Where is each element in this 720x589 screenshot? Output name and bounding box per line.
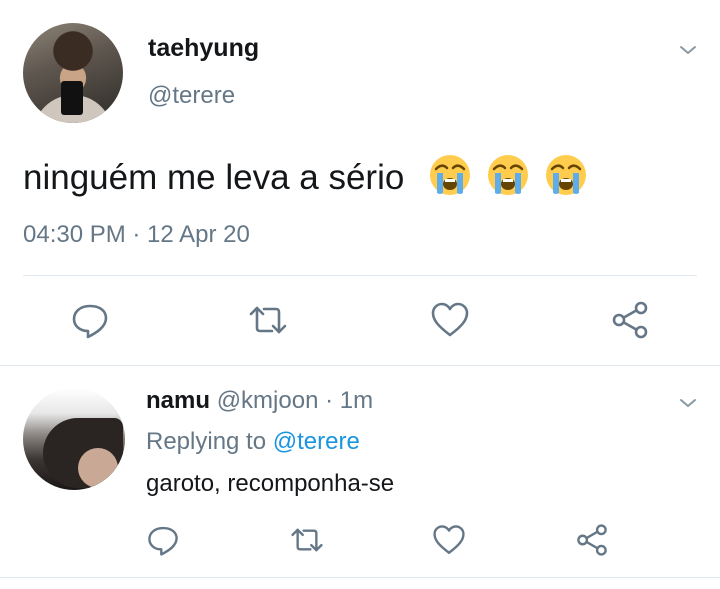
- retweet-icon[interactable]: [290, 523, 324, 557]
- replying-to-label: Replying to: [146, 428, 267, 455]
- tweet-timestamp[interactable]: 04:30 PM · 12 Apr 20: [23, 221, 250, 249]
- display-name[interactable]: namu: [146, 387, 210, 414]
- chevron-down-icon[interactable]: [678, 40, 698, 60]
- reply-icon[interactable]: [146, 523, 180, 557]
- reply-header: namu @kmjoon · 1m: [146, 387, 373, 415]
- avatar[interactable]: [23, 388, 125, 490]
- divider: [0, 365, 720, 366]
- divider: [23, 275, 697, 276]
- replying-to: Replying to @terere: [146, 428, 360, 456]
- tweet-text-content: ninguém me leva a sério: [23, 158, 405, 197]
- share-icon[interactable]: [575, 523, 609, 557]
- tweet-text: ninguém me leva a sério: [23, 153, 588, 198]
- chevron-down-icon[interactable]: [678, 393, 698, 413]
- heart-icon[interactable]: [432, 523, 466, 557]
- reply-icon[interactable]: [70, 300, 110, 340]
- loudly-crying-face-icon: [430, 155, 471, 195]
- share-icon[interactable]: [610, 300, 650, 340]
- avatar[interactable]: [23, 23, 123, 123]
- heart-icon[interactable]: [430, 300, 470, 340]
- loudly-crying-face-icon: [545, 155, 586, 195]
- avatar-phone: [61, 81, 83, 115]
- loudly-crying-face-icon: [487, 155, 528, 195]
- reply-text: garoto, recomponha-se: [146, 470, 395, 497]
- user-handle[interactable]: @kmjoon: [217, 387, 319, 414]
- avatar-face: [78, 448, 118, 488]
- user-handle[interactable]: @terere: [148, 82, 235, 110]
- divider: [0, 577, 720, 578]
- main-tweet: taehyung @terere ninguém me leva a sério: [0, 0, 720, 366]
- retweet-icon[interactable]: [248, 300, 288, 340]
- meta-separator: ·: [318, 387, 340, 414]
- replying-to-handle[interactable]: @terere: [273, 428, 360, 455]
- relative-time[interactable]: 1m: [340, 387, 373, 414]
- tweet-thread: taehyung @terere ninguém me leva a sério: [0, 0, 720, 589]
- display-name[interactable]: taehyung: [148, 34, 259, 63]
